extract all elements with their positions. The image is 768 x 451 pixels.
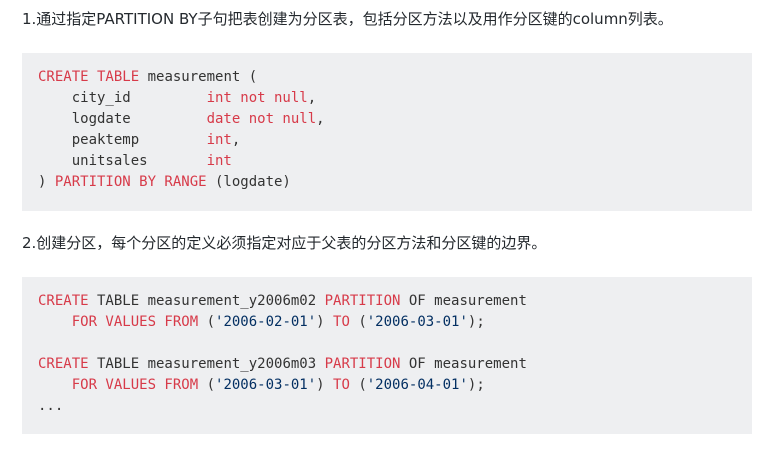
code-text: ,: [316, 111, 325, 127]
code-text: TABLE measurement_y2006m03: [88, 356, 325, 372]
code-keyword: PARTITION BY RANGE: [54, 174, 207, 190]
code-text: );: [467, 377, 485, 393]
code-text: ...: [38, 398, 64, 414]
code-text: city_id: [38, 90, 207, 106]
code-text: TABLE measurement_y2006m02: [88, 293, 325, 309]
code-line: ...: [38, 396, 736, 417]
code-line: unitsales int: [38, 151, 736, 172]
document: 1.通过指定PARTITION BY子句把表创建为分区表，包括分区方法以及用作分…: [0, 0, 768, 451]
code-text: OF measurement: [400, 293, 527, 309]
code-keyword: TO: [333, 377, 350, 393]
code-text: ): [316, 377, 334, 393]
code-string: '2006-03-01': [366, 314, 468, 330]
code-line: CREATE TABLE measurement_y2006m03 PARTIT…: [38, 354, 736, 375]
code-text: (logdate): [206, 174, 291, 190]
code-string: '2006-04-01': [366, 377, 468, 393]
code-keyword: FOR VALUES FROM: [71, 314, 199, 330]
code-text: measurement (: [139, 69, 258, 85]
code-text: unitsales: [38, 153, 207, 169]
code-text: (: [198, 377, 216, 393]
code-text: logdate: [38, 111, 207, 127]
code-string: '2006-03-01': [215, 377, 317, 393]
code-text: ): [316, 314, 334, 330]
code-line: CREATE TABLE measurement_y2006m02 PARTIT…: [38, 291, 736, 312]
code-text: (: [198, 314, 216, 330]
code-text: OF measurement: [400, 356, 527, 372]
code-text: ): [38, 174, 55, 190]
code-keyword: int not null: [206, 90, 308, 106]
code-keyword: int: [206, 153, 232, 169]
code-block-create-table: CREATE TABLE measurement ( city_id int n…: [22, 53, 752, 211]
code-text: );: [467, 314, 485, 330]
code-line: peaktemp int,: [38, 130, 736, 151]
code-text: ,: [231, 132, 241, 148]
code-keyword: CREATE: [38, 356, 89, 372]
code-text: (: [349, 377, 367, 393]
code-keyword: PARTITION: [324, 356, 401, 372]
code-keyword: FOR VALUES FROM: [71, 377, 199, 393]
code-line: city_id int not null,: [38, 88, 736, 109]
code-keyword: CREATE: [38, 293, 89, 309]
code-keyword: date not null: [206, 111, 317, 127]
code-line: FOR VALUES FROM ('2006-02-01') TO ('2006…: [38, 312, 736, 333]
code-line: logdate date not null,: [38, 109, 736, 130]
code-keyword: PARTITION: [324, 293, 401, 309]
code-text: (: [349, 314, 367, 330]
code-block-create-partitions: CREATE TABLE measurement_y2006m02 PARTIT…: [22, 277, 752, 434]
paragraph-step-1: 1.通过指定PARTITION BY子句把表创建为分区表，包括分区方法以及用作分…: [22, 10, 673, 28]
code-string: '2006-02-01': [215, 314, 317, 330]
code-text: peaktemp: [38, 132, 207, 148]
code-keyword: int: [206, 132, 232, 148]
code-line: CREATE TABLE measurement (: [38, 67, 736, 88]
code-keyword: TO: [333, 314, 350, 330]
code-keyword: CREATE TABLE: [38, 69, 140, 85]
code-line: ) PARTITION BY RANGE (logdate): [38, 172, 736, 193]
code-line: FOR VALUES FROM ('2006-03-01') TO ('2006…: [38, 375, 736, 396]
paragraph-step-2: 2.创建分区，每个分区的定义必须指定对应于父表的分区方法和分区键的边界。: [22, 234, 547, 252]
code-text: ,: [307, 90, 317, 106]
